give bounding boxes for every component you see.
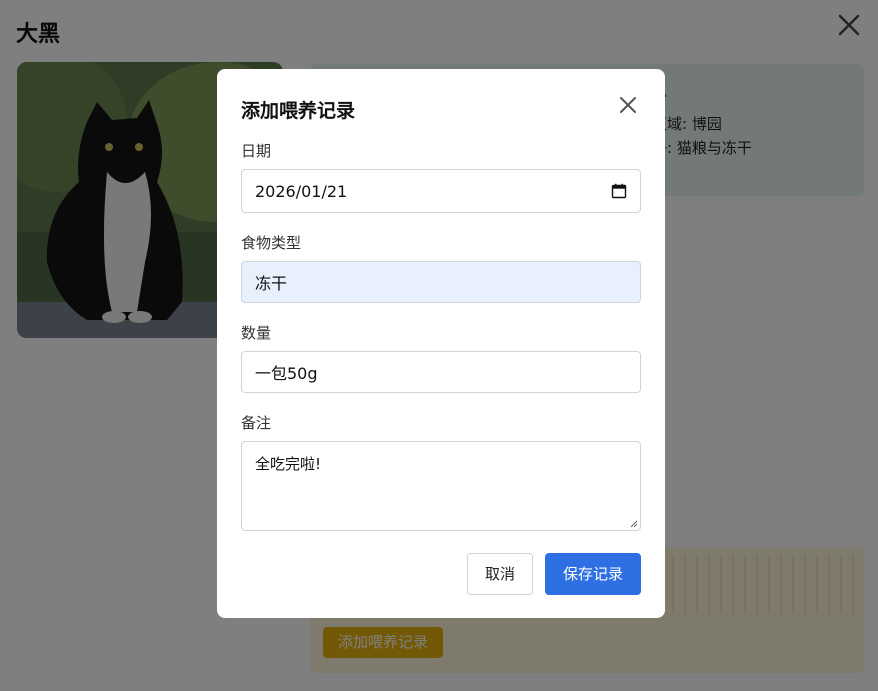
notes-label: 备注: [241, 414, 272, 432]
cancel-button[interactable]: 取消: [467, 553, 533, 595]
close-icon: [620, 97, 636, 113]
resize-handle-icon[interactable]: [628, 518, 638, 528]
date-value: 2026/01/21: [255, 181, 348, 201]
add-feeding-modal: 添加喂养记录 日期 2026/01/21 食物类型 冻干 数量 一包50g 备注…: [217, 69, 665, 618]
notes-value: 全吃完啦!: [255, 455, 322, 473]
date-input[interactable]: 2026/01/21: [241, 169, 641, 213]
calendar-icon[interactable]: [611, 183, 627, 199]
save-record-button[interactable]: 保存记录: [545, 553, 641, 595]
date-label: 日期: [241, 142, 272, 160]
amount-value: 一包50g: [255, 364, 318, 383]
amount-input[interactable]: 一包50g: [241, 351, 641, 393]
amount-label: 数量: [241, 324, 272, 342]
notes-textarea[interactable]: 全吃完啦!: [241, 441, 641, 531]
modal-close-button[interactable]: [616, 93, 640, 117]
food-type-value: 冻干: [255, 274, 288, 293]
modal-title: 添加喂养记录: [241, 100, 356, 122]
food-type-input[interactable]: 冻干: [241, 261, 641, 303]
food-type-label: 食物类型: [241, 234, 302, 252]
